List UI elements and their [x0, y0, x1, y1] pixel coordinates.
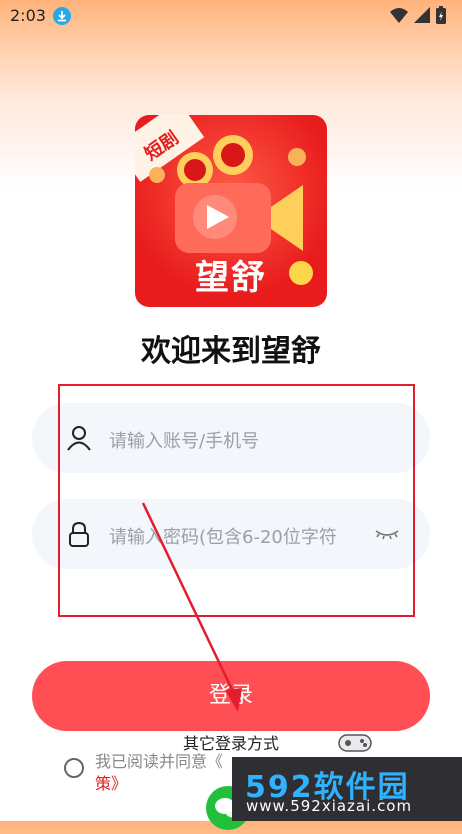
agreement-checkbox[interactable] — [64, 758, 84, 778]
app-logo: 短剧 望舒 — [135, 115, 327, 307]
signal-icon — [414, 7, 430, 23]
login-button[interactable]: 登录 — [32, 661, 430, 731]
gamepad-icon[interactable] — [335, 727, 375, 757]
status-bar: 2:03 — [0, 0, 462, 32]
download-icon — [53, 7, 71, 25]
battery-icon — [436, 6, 446, 24]
status-time: 2:03 — [10, 6, 46, 25]
highlight-box — [58, 384, 415, 617]
wifi-icon — [390, 8, 408, 23]
privacy-policy-link[interactable]: 策》 — [95, 770, 127, 794]
logo-brand-text: 望舒 — [195, 258, 267, 298]
welcome-title: 欢迎来到望舒 — [141, 334, 321, 369]
other-login-label: 其它登录方式 — [182, 734, 279, 753]
agreement-text: 我已阅读并同意《 — [95, 752, 224, 771]
watermark-site: www.592xiazai.com — [246, 797, 413, 815]
